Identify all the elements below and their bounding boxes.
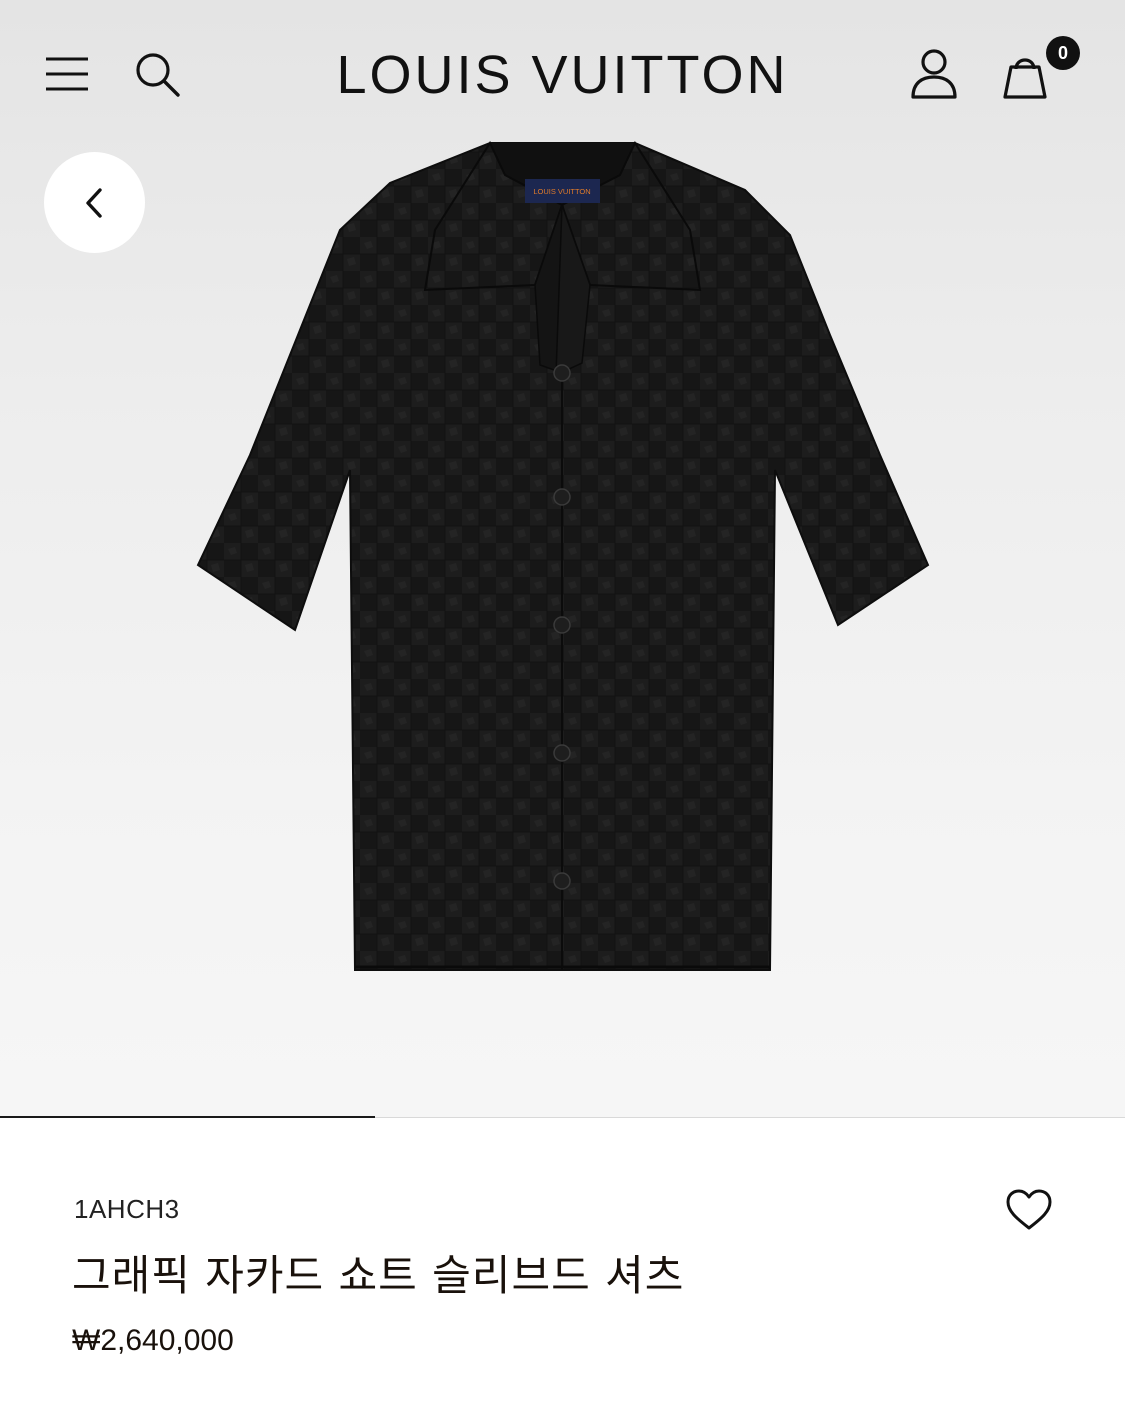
- heart-icon: [1006, 1189, 1052, 1230]
- shopping-bag-icon: [1003, 58, 1047, 99]
- top-header: LOUIS VUITTON 0: [0, 0, 1125, 150]
- product-title: 그래픽 자카드 쇼트 슬리브드 셔츠: [72, 1251, 685, 1300]
- search-icon: [136, 53, 180, 97]
- gallery-progress-indicator: [0, 1116, 375, 1118]
- product-sku: 1AHCH3: [74, 1194, 180, 1224]
- menu-button[interactable]: [40, 50, 94, 96]
- bag-count-badge: 0: [1046, 36, 1080, 70]
- brand-logo[interactable]: LOUIS VUITTON: [300, 40, 825, 110]
- menu-icon: [46, 57, 88, 91]
- search-button[interactable]: [130, 48, 184, 100]
- product-image-shirt[interactable]: LOUIS VUITTON: [190, 135, 935, 980]
- user-icon: [911, 49, 957, 99]
- shirt-label-text: LOUIS VUITTON: [533, 187, 590, 196]
- chevron-left-icon: [85, 187, 102, 218]
- product-price: ₩2,640,000: [72, 1324, 234, 1357]
- product-info: 1AHCH3 그래픽 자카드 쇼트 슬리브드 셔츠 ₩2,640,000: [0, 1120, 1125, 1422]
- product-gallery[interactable]: LOUIS VUITTON 0 LOUIS VUITTON: [0, 0, 1125, 1118]
- wishlist-button[interactable]: [1000, 1184, 1058, 1236]
- account-button[interactable]: [906, 46, 962, 102]
- back-button[interactable]: [44, 152, 145, 253]
